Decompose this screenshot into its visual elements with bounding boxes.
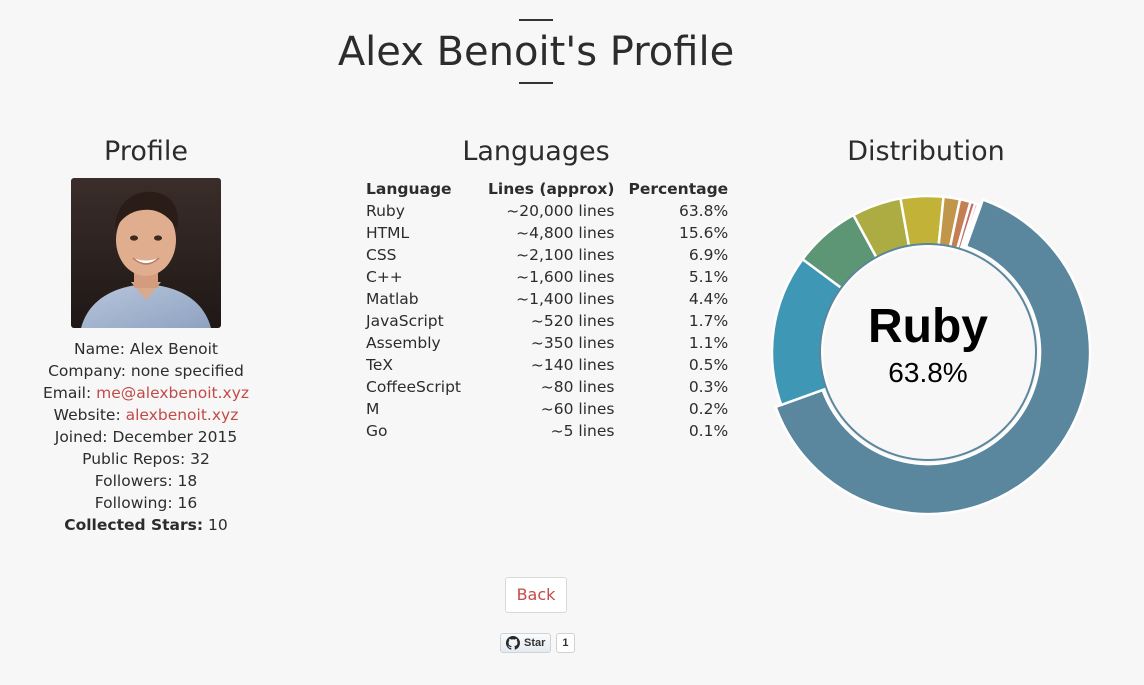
name-value: Alex Benoit <box>129 340 219 358</box>
language-cell: Assembly <box>366 334 441 352</box>
percentage-cell: 6.9% <box>688 246 729 264</box>
distribution-heading: Distribution <box>847 136 1005 167</box>
repos-label: Public Repos: <box>82 450 186 468</box>
github-icon <box>506 636 520 650</box>
donut-slice-matlab[interactable] <box>899 194 945 250</box>
repos-value: 32 <box>190 450 210 468</box>
percentage-cell: 4.4% <box>688 290 729 308</box>
lines-cell: ~5 lines <box>550 422 615 440</box>
profile-name-row: Name: Alex Benoit <box>0 338 292 360</box>
following-value: 16 <box>177 494 198 512</box>
lines-cell: ~1,400 lines <box>516 290 615 308</box>
language-cell: Go <box>366 422 388 440</box>
percentage-cell: 0.2% <box>688 400 729 418</box>
website-label: Website: <box>53 406 121 424</box>
lines-cell: ~350 lines <box>530 334 615 352</box>
language-cell: HTML <box>366 224 410 242</box>
following-label: Following: <box>94 494 173 512</box>
github-star-widget: Star 1 <box>500 633 575 653</box>
profile-stars-row: Collected Stars: 10 <box>0 514 292 536</box>
column-header-lines: Lines (approx) <box>488 180 615 198</box>
donut-center-label: Ruby <box>868 300 988 353</box>
percentage-cell: 1.1% <box>688 334 729 352</box>
page-title: Alex Benoit's Profile <box>337 29 735 75</box>
percentage-cell: 63.8% <box>678 202 729 220</box>
profile-email-row: Email: me@alexbenoit.xyz <box>0 382 292 404</box>
column-header-percentage: Percentage <box>628 180 729 198</box>
table-row: Ruby ~20,000 lines 63.8% <box>366 200 728 222</box>
table-row: CSS ~2,100 lines 6.9% <box>366 244 728 266</box>
languages-header-row: Language Lines (approx) Percentage <box>366 178 728 200</box>
profile-repos-row: Public Repos: 32 <box>0 448 292 470</box>
lines-cell: ~1,600 lines <box>516 268 615 286</box>
name-label: Name: <box>73 340 125 358</box>
email-link[interactable]: me@alexbenoit.xyz <box>96 384 249 402</box>
stars-value: 10 <box>208 516 228 534</box>
joined-value: December 2015 <box>112 428 238 446</box>
github-star-button[interactable]: Star <box>500 633 552 653</box>
lines-cell: ~520 lines <box>530 312 615 330</box>
percentage-cell: 1.7% <box>688 312 729 330</box>
profile-following-row: Following: 16 <box>0 492 292 514</box>
table-row: Matlab ~1,400 lines 4.4% <box>366 288 728 310</box>
lines-cell: ~2,100 lines <box>516 246 615 264</box>
table-row: HTML ~4,800 lines 15.6% <box>366 222 728 244</box>
language-cell: C++ <box>366 268 403 286</box>
lines-cell: ~20,000 lines <box>506 202 615 220</box>
email-label: Email: <box>42 384 92 402</box>
language-cell: TeX <box>366 356 393 374</box>
avatar-photo <box>71 178 221 328</box>
language-cell: Ruby <box>366 202 405 220</box>
title-rule-top <box>519 19 553 21</box>
company-label: Company: <box>48 362 126 380</box>
language-cell: CoffeeScript <box>366 378 462 396</box>
percentage-cell: 5.1% <box>688 268 729 286</box>
language-cell: Matlab <box>366 290 419 308</box>
profile-website-row: Website: alexbenoit.xyz <box>0 404 292 426</box>
table-row: JavaScript ~520 lines 1.7% <box>366 310 728 332</box>
lines-cell: ~140 lines <box>530 356 615 374</box>
language-cell: CSS <box>366 246 397 264</box>
lines-cell: ~4,800 lines <box>516 224 615 242</box>
percentage-cell: 0.5% <box>688 356 729 374</box>
lines-cell: ~60 lines <box>540 400 615 418</box>
table-row: TeX ~140 lines 0.5% <box>366 354 728 376</box>
profile-details: Name: Alex Benoit Company: none specifie… <box>0 338 292 536</box>
percentage-cell: 0.1% <box>688 422 729 440</box>
page: Alex Benoit's Profile Profile Name: Alex… <box>0 0 1144 685</box>
distribution-donut-chart: Ruby 63.8% <box>770 194 1092 516</box>
profile-joined-row: Joined: December 2015 <box>0 426 292 448</box>
website-link[interactable]: alexbenoit.xyz <box>126 406 239 424</box>
github-star-label: Star <box>524 637 546 649</box>
back-button[interactable]: Back <box>505 577 567 613</box>
column-header-language: Language <box>366 180 452 198</box>
table-row: C++ ~1,600 lines 5.1% <box>366 266 728 288</box>
language-cell: M <box>366 400 380 418</box>
percentage-cell: 15.6% <box>678 224 729 242</box>
stars-label: Collected Stars: <box>64 516 204 534</box>
followers-label: Followers: <box>94 472 173 490</box>
languages-heading: Languages <box>462 136 610 167</box>
joined-label: Joined: <box>54 428 108 446</box>
donut-center-value: 63.8% <box>888 357 967 388</box>
table-row: CoffeeScript ~80 lines 0.3% <box>366 376 728 398</box>
followers-value: 18 <box>177 472 198 490</box>
lines-cell: ~80 lines <box>540 378 615 396</box>
table-row: M ~60 lines 0.2% <box>366 398 728 420</box>
profile-company-row: Company: none specified <box>0 360 292 382</box>
company-value: none specified <box>130 362 244 380</box>
avatar <box>71 178 221 328</box>
github-star-count[interactable]: 1 <box>556 633 575 653</box>
percentage-cell: 0.3% <box>688 378 729 396</box>
table-row: Assembly ~350 lines 1.1% <box>366 332 728 354</box>
profile-heading: Profile <box>104 136 188 167</box>
title-rule-bottom <box>519 82 553 84</box>
language-cell: JavaScript <box>366 312 444 330</box>
languages-table: Language Lines (approx) Percentage Ruby … <box>366 178 728 442</box>
table-row: Go ~5 lines 0.1% <box>366 420 728 442</box>
profile-followers-row: Followers: 18 <box>0 470 292 492</box>
